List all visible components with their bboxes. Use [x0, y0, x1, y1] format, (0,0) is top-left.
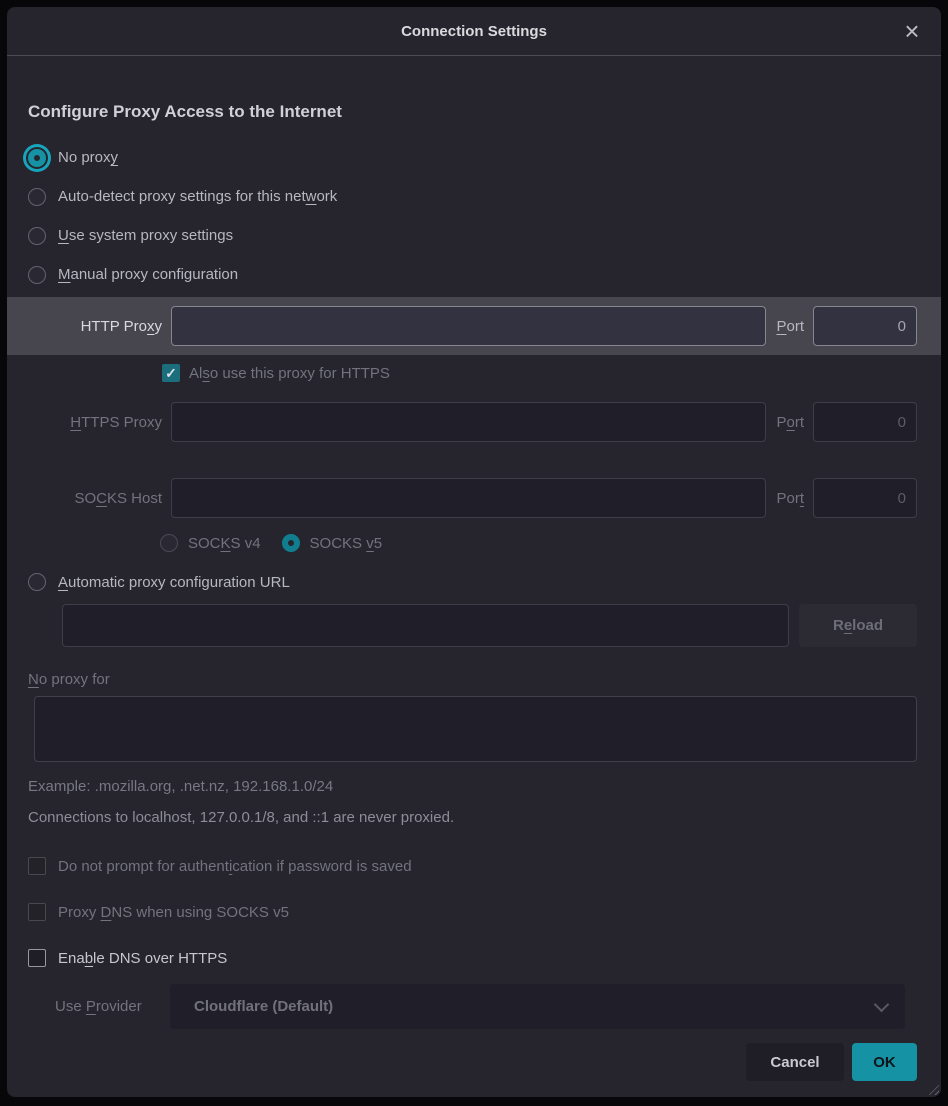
socks-host-row: SOCKS Host Port	[7, 470, 941, 526]
checkbox-checked-icon	[162, 364, 180, 382]
socks-version-group: SOCKS v4 SOCKS v5	[160, 528, 941, 558]
radio-label: Auto-detect proxy settings for this netw…	[58, 188, 337, 205]
autoconfig-url-input[interactable]	[62, 604, 789, 647]
http-proxy-label: HTTP Proxy	[28, 318, 162, 335]
https-proxy-label: HTTPS Proxy	[28, 414, 162, 431]
option-no-prompt-auth[interactable]: Do not prompt for authentication if pass…	[28, 848, 941, 884]
autoconfig-url-row: Reload	[7, 604, 941, 647]
ok-button[interactable]: OK	[852, 1043, 917, 1081]
radio-icon	[28, 266, 46, 284]
radio-icon	[28, 227, 46, 245]
checkbox-icon	[28, 857, 46, 875]
radio-manual-proxy[interactable]: Manual proxy configuration	[7, 255, 941, 294]
cancel-button[interactable]: Cancel	[746, 1043, 844, 1081]
provider-selected-value: Cloudflare (Default)	[194, 998, 876, 1015]
radio-icon-socks-v4[interactable]	[160, 534, 178, 552]
checkbox-label: Also use this proxy for HTTPS	[189, 365, 390, 382]
dialog-footer: Cancel OK	[7, 1043, 941, 1081]
radio-auto-detect[interactable]: Auto-detect proxy settings for this netw…	[7, 177, 941, 216]
https-port-input[interactable]	[813, 402, 917, 442]
use-provider-label: Use Provider	[55, 998, 160, 1015]
socks-v4-label: SOCKS v4	[188, 535, 261, 552]
reload-button[interactable]: Reload	[799, 604, 917, 647]
also-use-for-https-row[interactable]: Also use this proxy for HTTPS	[162, 358, 941, 388]
dialog-titlebar: Connection Settings ×	[7, 7, 941, 56]
no-proxy-for-label: No proxy for	[28, 671, 941, 691]
http-proxy-row: HTTP Proxy Port	[7, 297, 941, 355]
proxy-mode-group: No proxy Auto-detect proxy settings for …	[7, 138, 941, 294]
http-port-input[interactable]	[813, 306, 917, 346]
radio-icon	[28, 573, 46, 591]
https-proxy-row: HTTPS Proxy Port	[7, 394, 941, 450]
socks-v5-label: SOCKS v5	[310, 535, 383, 552]
no-proxy-example-text: Example: .mozilla.org, .net.nz, 192.168.…	[28, 778, 941, 795]
page-title: Configure Proxy Access to the Internet	[28, 100, 941, 124]
radio-icon	[28, 188, 46, 206]
option-enable-doh[interactable]: Enable DNS over HTTPS	[28, 940, 941, 976]
localhost-note-text: Connections to localhost, 127.0.0.1/8, a…	[28, 809, 941, 826]
http-port-label: Port	[776, 318, 804, 335]
close-icon[interactable]: ×	[897, 16, 927, 46]
connection-settings-dialog: Connection Settings × Configure Proxy Ac…	[7, 7, 941, 1097]
radio-label: Manual proxy configuration	[58, 266, 238, 283]
checkbox-label: Do not prompt for authentication if pass…	[58, 858, 412, 875]
checkbox-label: Proxy DNS when using SOCKS v5	[58, 904, 289, 921]
socks-port-input[interactable]	[813, 478, 917, 518]
resize-grip[interactable]	[926, 1082, 939, 1095]
socks-host-label: SOCKS Host	[28, 490, 162, 507]
https-proxy-input[interactable]	[171, 402, 766, 442]
radio-autoconfig-url[interactable]: Automatic proxy configuration URL	[7, 566, 941, 598]
checkbox-icon	[28, 903, 46, 921]
doh-provider-row: Use Provider Cloudflare (Default)	[55, 984, 905, 1029]
checkbox-label: Enable DNS over HTTPS	[58, 950, 227, 967]
radio-label: Automatic proxy configuration URL	[58, 574, 290, 591]
radio-label: Use system proxy settings	[58, 227, 233, 244]
provider-select[interactable]: Cloudflare (Default)	[170, 984, 905, 1029]
chevron-down-icon	[874, 997, 890, 1013]
socks-host-input[interactable]	[171, 478, 766, 518]
radio-label: No proxy	[58, 149, 118, 166]
checkbox-icon	[28, 949, 46, 967]
radio-icon	[28, 149, 46, 167]
dialog-title: Connection Settings	[401, 23, 547, 40]
radio-no-proxy[interactable]: No proxy	[7, 138, 941, 177]
option-proxy-dns-socks5[interactable]: Proxy DNS when using SOCKS v5	[28, 894, 941, 930]
radio-icon-socks-v5[interactable]	[282, 534, 300, 552]
radio-system-proxy[interactable]: Use system proxy settings	[7, 216, 941, 255]
socks-port-label: Port	[776, 490, 804, 507]
https-port-label: Port	[776, 414, 804, 431]
http-proxy-input[interactable]	[171, 306, 766, 346]
no-proxy-for-textarea[interactable]	[34, 696, 917, 762]
